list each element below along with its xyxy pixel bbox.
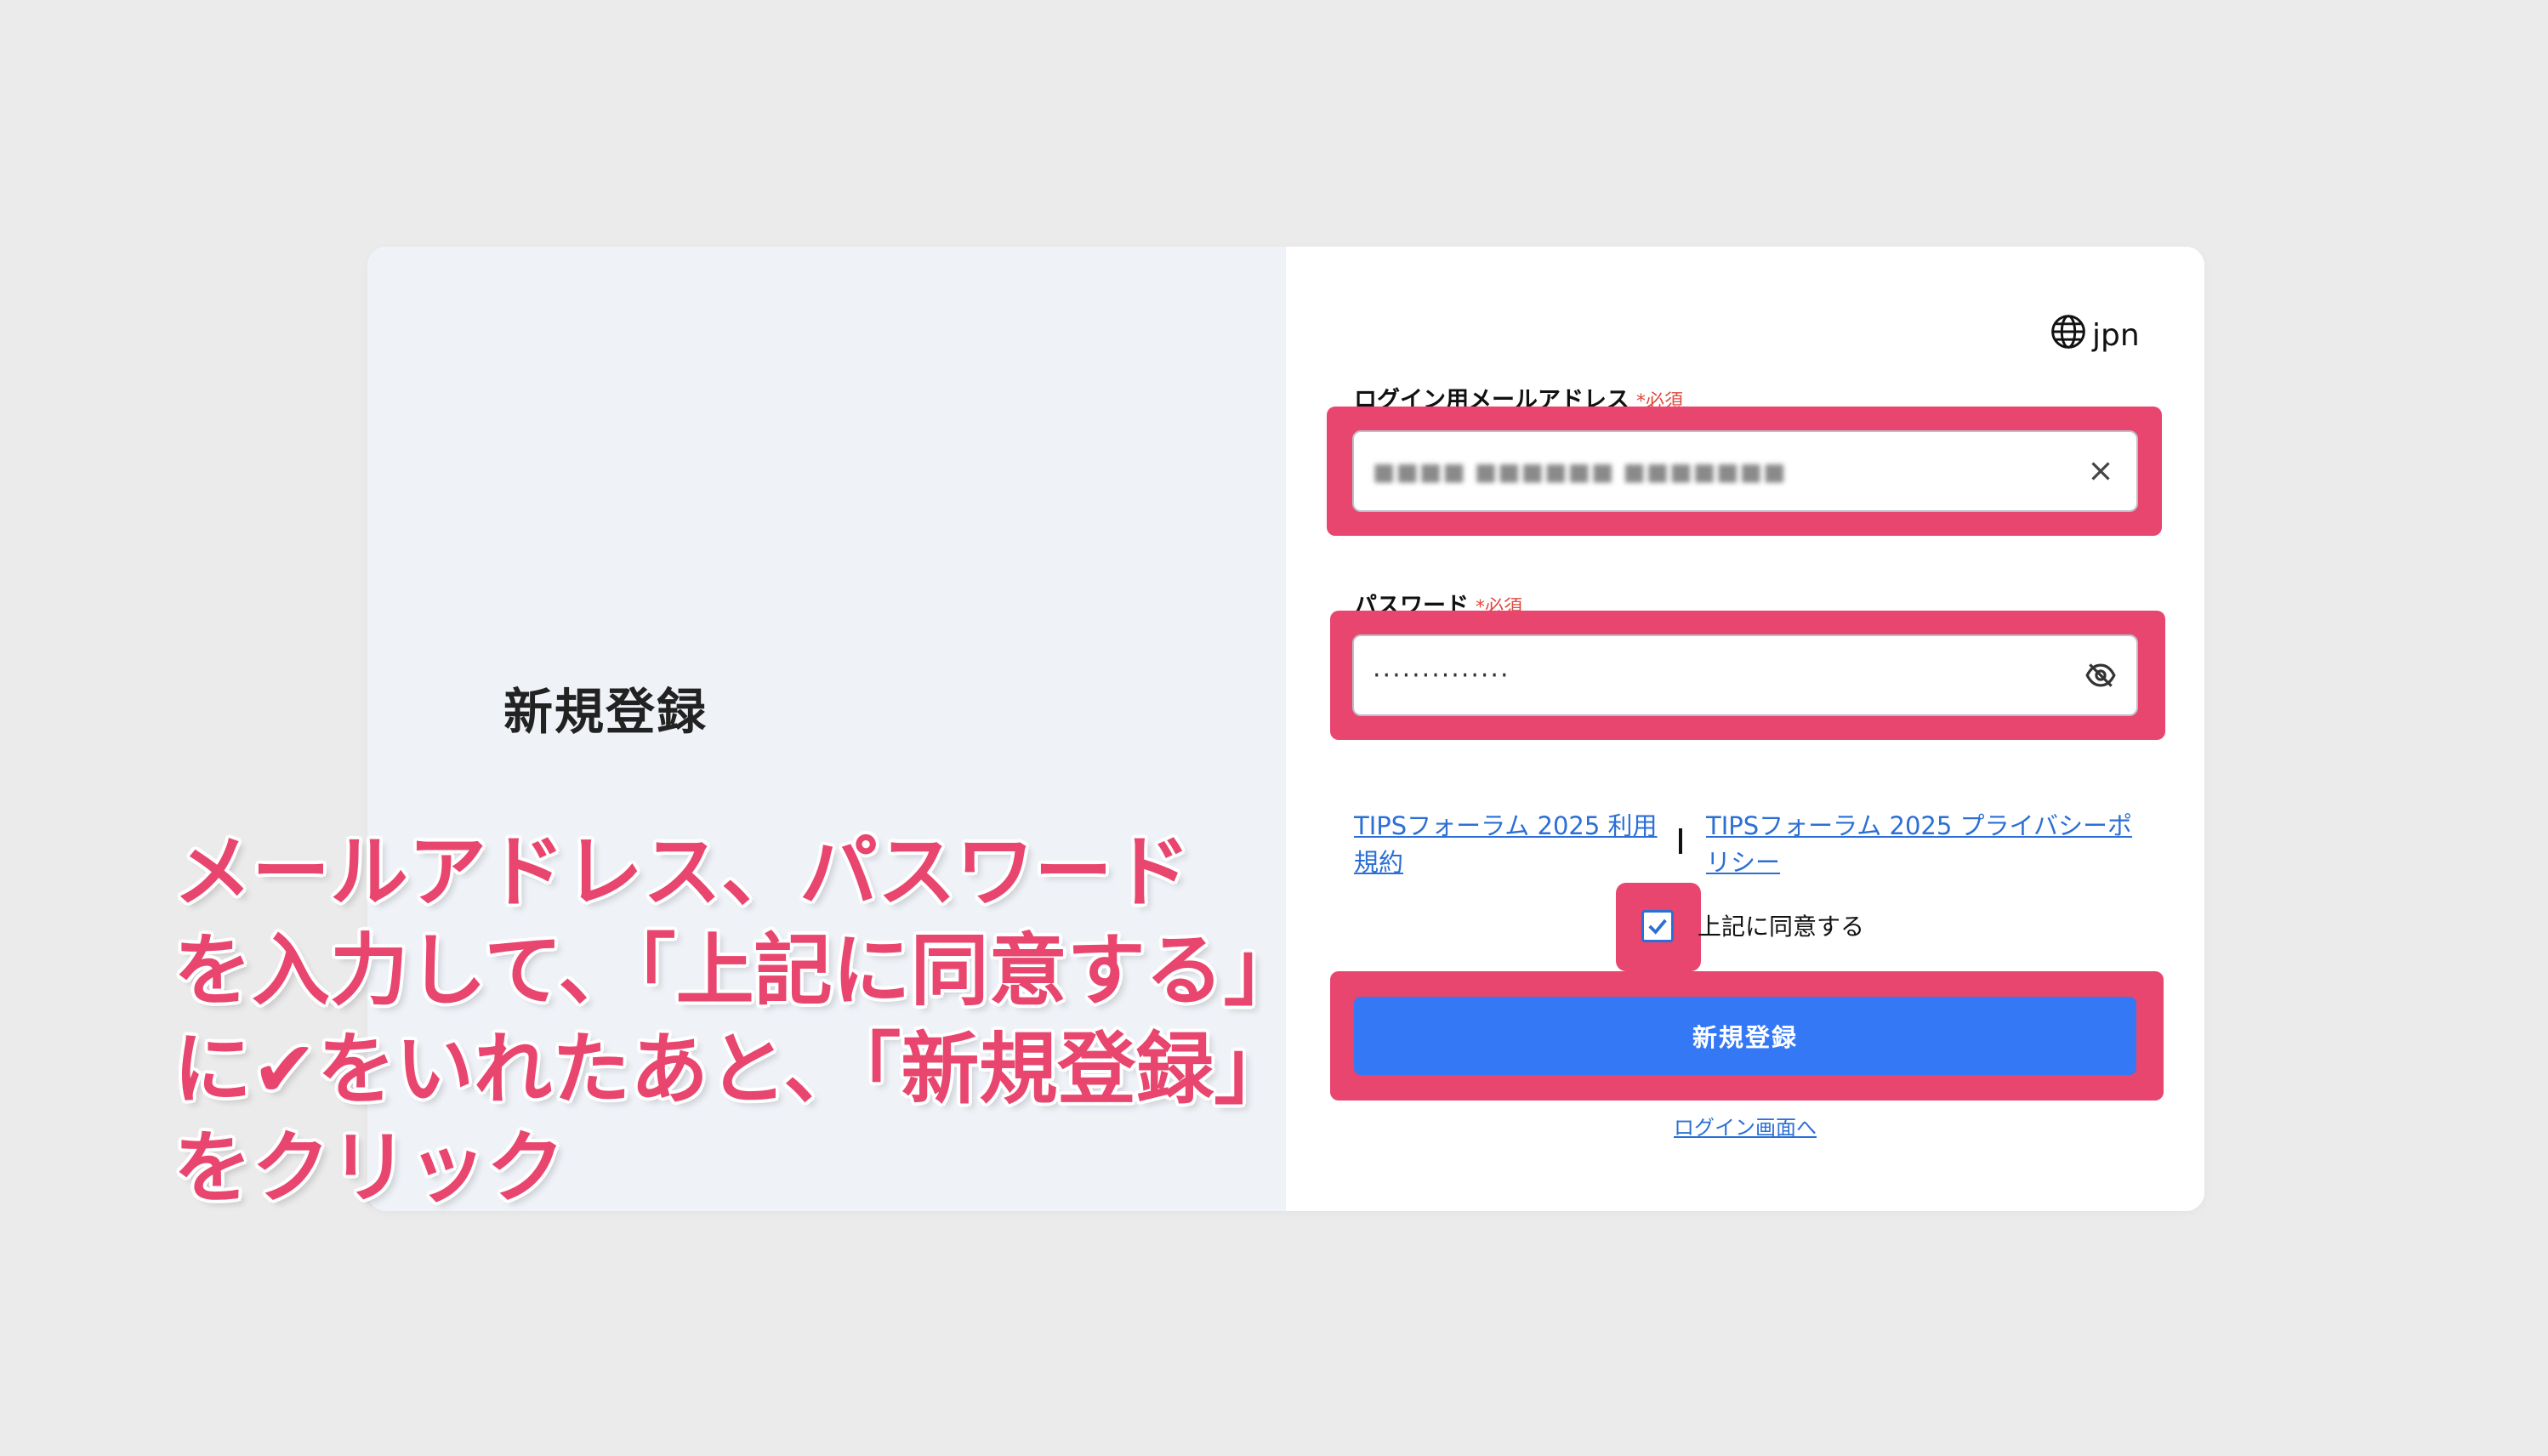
- password-value-text: ··············: [1373, 660, 1510, 691]
- password-field[interactable]: ··············: [1352, 634, 2138, 716]
- email-value-text: ■■■■ ■■■■■■ ■■■■■■■: [1373, 457, 1787, 486]
- register-button[interactable]: 新規登録: [1354, 997, 2136, 1075]
- agree-label: 上記に同意する: [1698, 913, 1865, 941]
- annotation-line: メールアドレス、パスワード: [173, 827, 1192, 918]
- email-value: ■■■■ ■■■■■■ ■■■■■■■: [1373, 432, 1787, 510]
- globe-icon: [2050, 313, 2087, 358]
- language-switcher[interactable]: jpn: [2050, 311, 2140, 359]
- password-value: ··············: [1373, 636, 1510, 714]
- eye-off-icon[interactable]: [2084, 658, 2118, 692]
- language-label: jpn: [2092, 317, 2140, 353]
- annotation-line: に✔をいれたあと、「新規登録」: [173, 1024, 1293, 1115]
- annotation-line: を入力して、「上記に同意する」: [173, 925, 1302, 1016]
- links-separator: [1679, 828, 1682, 854]
- agree-checkbox[interactable]: [1641, 910, 1674, 942]
- email-field[interactable]: ■■■■ ■■■■■■ ■■■■■■■: [1352, 430, 2138, 512]
- instruction-annotation: メールアドレス、パスワード を入力して、「上記に同意する」 に✔をいれたあと、「…: [173, 823, 1302, 1218]
- terms-of-use-link[interactable]: TIPSフォーラム 2025 利用規約: [1354, 808, 1669, 881]
- login-screen-link[interactable]: ログイン画面へ: [1674, 1111, 1817, 1140]
- annotation-line: をクリック: [173, 1123, 566, 1214]
- close-icon[interactable]: [2084, 454, 2118, 488]
- privacy-policy-link[interactable]: TIPSフォーラム 2025 プライバシーポリシー: [1706, 808, 2148, 881]
- page-title: 新規登録: [503, 683, 708, 741]
- checkmark-icon: [1648, 919, 1667, 935]
